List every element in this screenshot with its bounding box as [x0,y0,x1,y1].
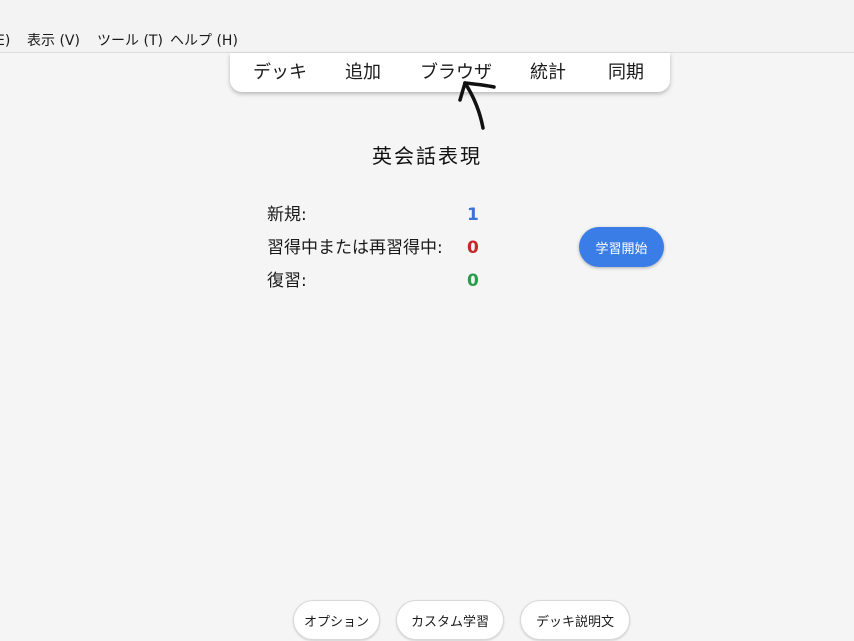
stat-new-label: 新規: [267,205,307,225]
menu-item-view[interactable]: 表示 (V) [27,31,80,51]
deck-title: 英会話表現 [372,144,482,168]
toolbar-stats[interactable]: 統計 [530,61,566,85]
stat-learning-label: 習得中または再習得中: [267,238,443,258]
anki-main-window: E) 表示 (V) ツール (T) ヘルプ (H) デッキ 追加 ブラウザ 統計… [0,0,854,641]
menu-bar: E) 表示 (V) ツール (T) ヘルプ (H) [0,0,854,53]
stat-new-count: 1 [467,205,479,225]
toolbar-sync[interactable]: 同期 [608,61,644,85]
main-toolbar: デッキ 追加 ブラウザ 統計 同期 [230,53,670,92]
menu-item-edit[interactable]: E) [0,31,10,51]
toolbar-decks[interactable]: デッキ [253,61,307,85]
deck-description-button[interactable]: デッキ説明文 [520,600,630,640]
toolbar-add[interactable]: 追加 [345,61,381,85]
menu-item-tools[interactable]: ツール (T) [97,31,163,51]
menu-item-help[interactable]: ヘルプ (H) [170,31,238,51]
custom-study-button[interactable]: カスタム学習 [396,600,504,640]
stat-learning-count: 0 [467,238,479,258]
toolbar-browse[interactable]: ブラウザ [420,61,492,85]
stat-review-count: 0 [467,271,479,291]
options-button[interactable]: オプション [293,600,380,640]
study-now-button[interactable]: 学習開始 [579,227,664,267]
stat-review-label: 復習: [267,271,307,291]
hand-drawn-arrow-icon [458,81,496,130]
